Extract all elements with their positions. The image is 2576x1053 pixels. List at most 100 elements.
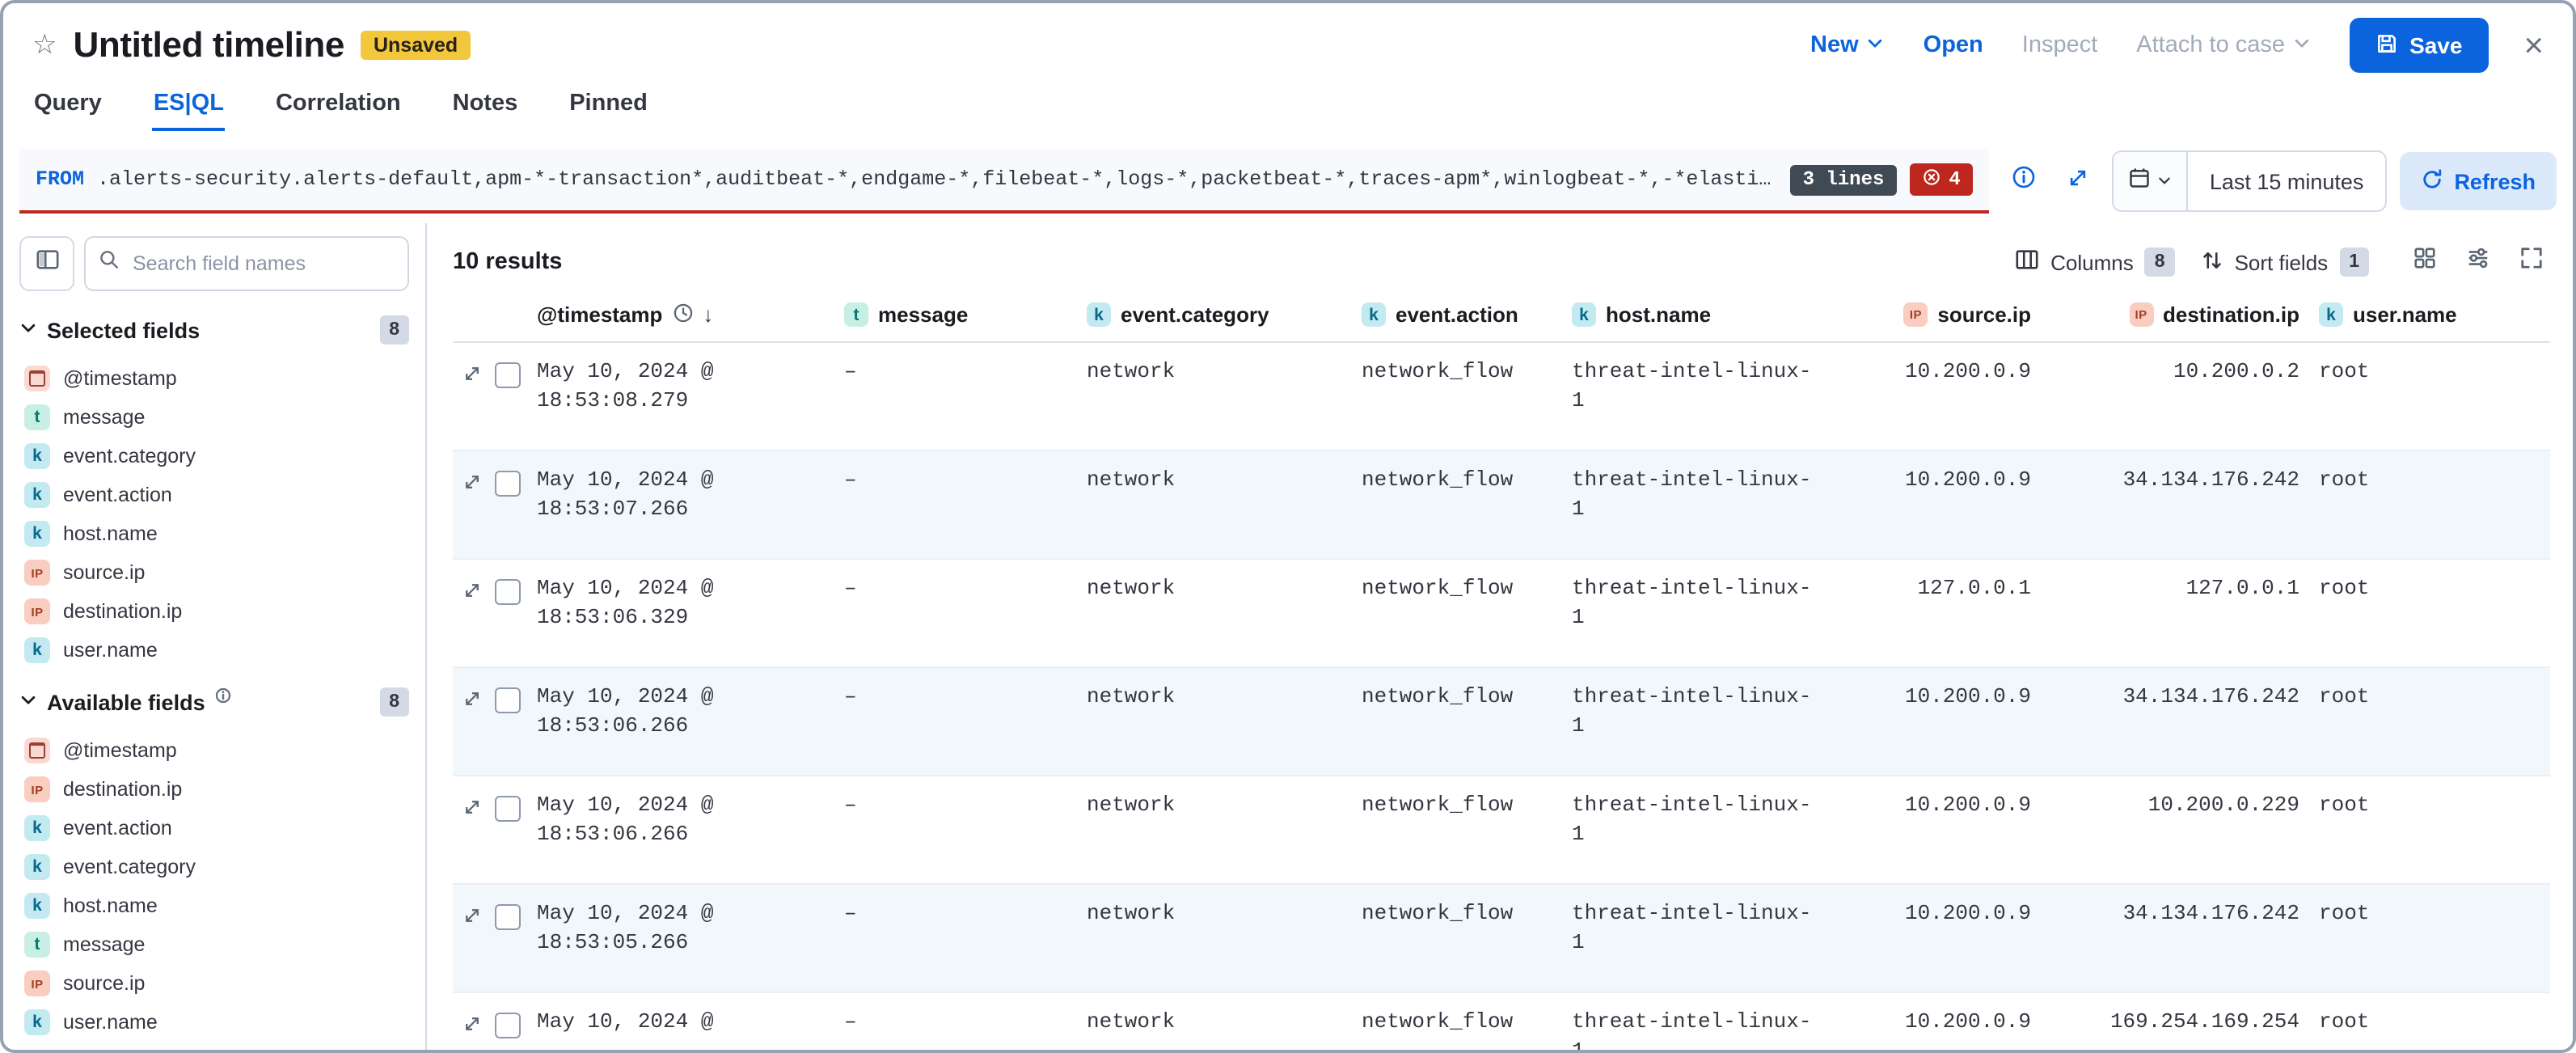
density-button[interactable] (2405, 243, 2443, 281)
selected-fields-header[interactable]: Selected fields 8 (19, 311, 409, 349)
tab[interactable]: Pinned (568, 87, 649, 131)
esql-query-input[interactable]: FROM .alerts-security.alerts-default,apm… (19, 149, 1990, 214)
chevron-down-icon (2158, 167, 2173, 196)
row-checkbox[interactable] (495, 687, 521, 713)
favorite-star-icon[interactable]: ☆ (32, 29, 57, 61)
open-button[interactable]: Open (1924, 32, 1983, 58)
table-row[interactable]: May 10, 2024 @ 18:53:06.266 – network ne… (453, 776, 2550, 885)
tab[interactable]: Notes (451, 87, 520, 131)
table-row[interactable]: May 10, 2024 @ 18:53:06.329 – network ne… (453, 560, 2550, 668)
field-name: user.name (63, 1011, 158, 1034)
field-item[interactable]: k host.name (19, 886, 409, 925)
field-item[interactable]: @timestamp (19, 359, 409, 398)
field-type-icon: IP (1903, 302, 1928, 327)
field-item[interactable]: k host.name (19, 514, 409, 553)
row-checkbox[interactable] (495, 796, 521, 822)
table-row[interactable]: May 10, 2024 @ – network network_flow th… (453, 993, 2550, 1050)
column-header-message[interactable]: t message (834, 302, 1077, 327)
display-settings-button[interactable] (2458, 243, 2497, 281)
table-row[interactable]: May 10, 2024 @ 18:53:08.279 – network ne… (453, 343, 2550, 451)
cell-source-ip: 10.200.0.9 (1827, 683, 2041, 775)
expand-icon (2067, 166, 2090, 197)
tab[interactable]: Query (32, 87, 103, 131)
field-search[interactable] (86, 238, 409, 290)
timeline-tabs: Query ES|QL Correlation Notes Pinned (3, 87, 2573, 142)
cell-event-action: network_flow (1352, 683, 1562, 775)
close-timeline-icon[interactable]: × (2523, 28, 2544, 62)
expand-row-icon[interactable] (462, 797, 482, 817)
cell-host-name: threat-intel-linux-1 (1562, 357, 1827, 450)
cell-destination-ip: 34.134.176.242 (2041, 683, 2309, 775)
field-item[interactable]: t message (19, 398, 409, 437)
tab[interactable]: ES|QL (152, 87, 226, 131)
cell-event-category: network (1077, 1008, 1352, 1050)
expand-row-icon[interactable] (462, 1014, 482, 1034)
column-header-host-name[interactable]: k host.name (1562, 302, 1827, 327)
new-dropdown-button[interactable]: New (1810, 32, 1885, 58)
table-row[interactable]: May 10, 2024 @ 18:53:07.266 – network ne… (453, 451, 2550, 560)
field-item[interactable]: IP destination.ip (19, 592, 409, 631)
field-type-icon: k (24, 637, 50, 663)
expand-row-icon[interactable] (462, 581, 482, 600)
table-row[interactable]: May 10, 2024 @ 18:53:05.266 – network ne… (453, 885, 2550, 993)
field-name: message (63, 933, 145, 956)
date-picker-menu-button[interactable] (2114, 152, 2189, 210)
column-header-user-name[interactable]: k user.name (2309, 302, 2550, 327)
table-row[interactable]: May 10, 2024 @ 18:53:06.266 – network ne… (453, 668, 2550, 776)
field-item[interactable]: k user.name (19, 1003, 409, 1042)
column-header-event-category[interactable]: k event.category (1077, 302, 1352, 327)
row-checkbox[interactable] (495, 471, 521, 497)
field-item[interactable]: IP destination.ip (19, 770, 409, 809)
field-item[interactable]: IP source.ip (19, 964, 409, 1003)
field-search-input[interactable] (129, 251, 396, 277)
column-header-destination-ip[interactable]: IP destination.ip (2041, 302, 2309, 327)
cell-source-ip: 10.200.0.9 (1827, 899, 2041, 992)
available-fields-count-badge: 8 (379, 687, 409, 717)
fields-controls: 0 (19, 236, 409, 291)
field-type-icon: IP (24, 598, 50, 624)
field-item[interactable]: k event.category (19, 437, 409, 476)
save-button[interactable]: Save (2350, 18, 2488, 73)
expand-row-icon[interactable] (462, 364, 482, 383)
field-item[interactable]: k user.name (19, 631, 409, 670)
row-checkbox[interactable] (495, 579, 521, 605)
expand-row-icon[interactable] (462, 472, 482, 492)
collapse-fields-panel-button[interactable] (19, 236, 74, 291)
field-name: event.category (63, 856, 196, 878)
sort-fields-button[interactable]: Sort fields 1 (2201, 247, 2369, 277)
field-item[interactable]: k event.action (19, 476, 409, 514)
cell-timestamp: May 10, 2024 @ 18:53:06.266 (527, 791, 834, 883)
available-fields-header[interactable]: Available fields 8 (19, 683, 409, 721)
field-item[interactable]: k event.action (19, 809, 409, 848)
cell-source-ip: 127.0.0.1 (1827, 574, 2041, 666)
results-panel: 10 results Columns 8 Sort fields 1 (427, 223, 2573, 1050)
field-name: host.name (63, 894, 158, 917)
column-header-event-action[interactable]: k event.action (1352, 302, 1562, 327)
expand-row-icon[interactable] (462, 689, 482, 708)
row-checkbox[interactable] (495, 362, 521, 388)
inspect-button[interactable]: Inspect (2022, 32, 2098, 58)
cell-event-category: network (1077, 466, 1352, 558)
column-header-timestamp[interactable]: @timestamp ↓ (527, 302, 834, 328)
cell-source-ip: 10.200.0.9 (1827, 791, 2041, 883)
field-type-icon: k (24, 482, 50, 508)
row-checkbox[interactable] (495, 904, 521, 930)
columns-button[interactable]: Columns 8 (2015, 247, 2174, 277)
query-info-button[interactable] (2003, 160, 2045, 202)
field-item[interactable]: IP source.ip (19, 553, 409, 592)
row-checkbox[interactable] (495, 1013, 521, 1038)
attach-to-case-dropdown-button[interactable]: Attach to case (2136, 32, 2311, 58)
expand-row-icon[interactable] (462, 906, 482, 925)
refresh-button[interactable]: Refresh (2399, 152, 2557, 210)
field-item[interactable]: k event.category (19, 848, 409, 886)
expand-editor-button[interactable] (2058, 160, 2100, 202)
column-header-source-ip[interactable]: IP source.ip (1827, 302, 2041, 327)
time-range-button[interactable]: Last 15 minutes (2189, 152, 2385, 210)
tab[interactable]: Correlation (274, 87, 403, 131)
field-name: destination.ip (63, 600, 182, 623)
available-fields-info-icon[interactable] (215, 683, 231, 712)
columns-icon (2015, 247, 2039, 277)
field-item[interactable]: t message (19, 925, 409, 964)
field-item[interactable]: @timestamp (19, 731, 409, 770)
fullscreen-button[interactable] (2511, 243, 2550, 281)
